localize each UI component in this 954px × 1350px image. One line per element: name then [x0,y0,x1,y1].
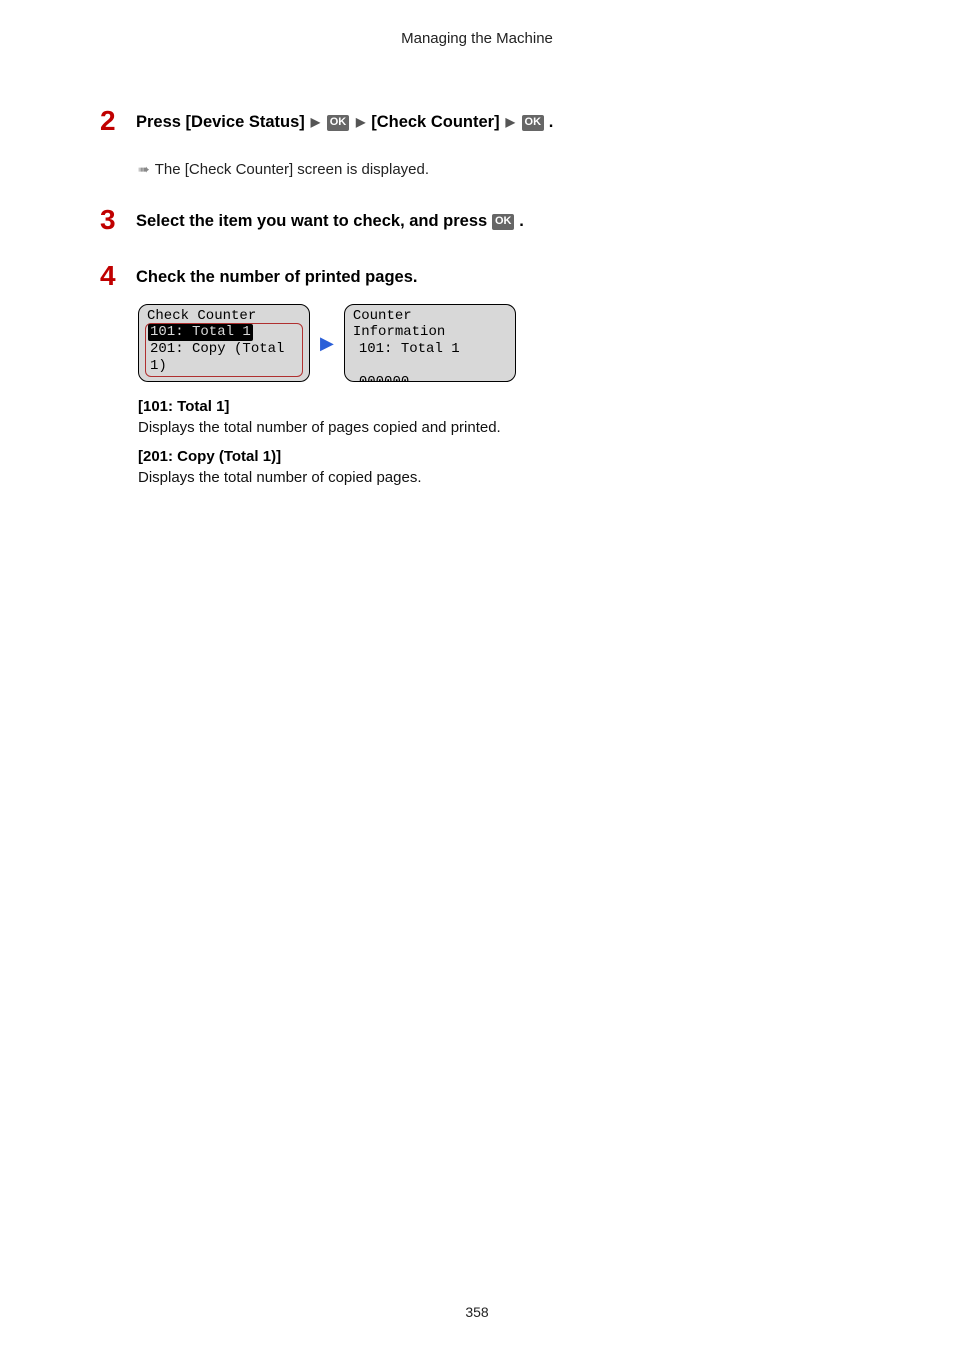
step-2: 2 Press [Device Status] ▶ OK ▶ [Check Co… [100,107,854,178]
step-2-text-part1: Press [Device Status] [136,111,305,134]
step-2-number: 2 [100,107,122,135]
step-3: 3 Select the item you want to check, and… [100,206,854,234]
def-201-title: [201: Copy (Total 1)] [138,448,854,465]
lcd1-row-2: 201: Copy (Total 1) [148,341,300,375]
ok-icon: OK [327,115,349,131]
step-2-text: Press [Device Status] ▶ OK ▶ [Check Coun… [136,107,553,134]
lcd1-row-selected: 101: Total 1 [148,324,253,341]
page-header: Managing the Machine [100,30,854,47]
step-4-number: 4 [100,262,122,290]
triangle-sep-icon: ▶ [311,114,320,131]
def-101-title: [101: Total 1] [138,398,854,415]
lcd1-selection-highlight: 101: Total 1 201: Copy (Total 1) [145,323,303,377]
result-arrow-icon: ➠ [138,161,149,178]
ok-icon: OK [522,115,544,131]
lcd2-row-1: 101: Total 1 [351,340,509,358]
step-3-text: Select the item you want to check, and p… [136,206,524,233]
lcd2-value: 000000 [351,374,509,382]
step-3-number: 3 [100,206,122,234]
lcd1-title: Check Counter [145,308,303,324]
step-2-dot: . [549,111,554,134]
step-2-result: ➠ The [Check Counter] screen is displaye… [138,161,854,178]
lcd-screens-row: Check Counter 101: Total 1 201: Copy (To… [138,304,854,382]
lcd2-title: Counter Information [351,308,509,340]
step-3-text-part1: Select the item you want to check, and p… [136,210,487,233]
triangle-sep-icon: ▶ [356,114,365,131]
lcd-check-counter: Check Counter 101: Total 1 201: Copy (To… [138,304,310,382]
arrow-right-icon: ▶ [320,333,334,354]
step-4: 4 Check the number of printed pages. Che… [100,262,854,486]
step-4-text: Check the number of printed pages. [136,262,417,289]
step-4-text-part1: Check the number of printed pages. [136,266,417,289]
step-2-result-text: The [Check Counter] screen is displayed. [155,161,429,178]
page-number: 358 [0,1304,954,1320]
definitions: [101: Total 1] Displays the total number… [138,398,854,486]
def-201-body: Displays the total number of copied page… [138,469,854,486]
lcd-counter-info: Counter Information 101: Total 1 000000 [344,304,516,382]
triangle-sep-icon: ▶ [506,114,515,131]
step-2-text-part2: [Check Counter] [371,111,499,134]
ok-icon: OK [492,214,514,230]
def-101-body: Displays the total number of pages copie… [138,419,854,436]
step-3-dot: . [519,210,524,233]
